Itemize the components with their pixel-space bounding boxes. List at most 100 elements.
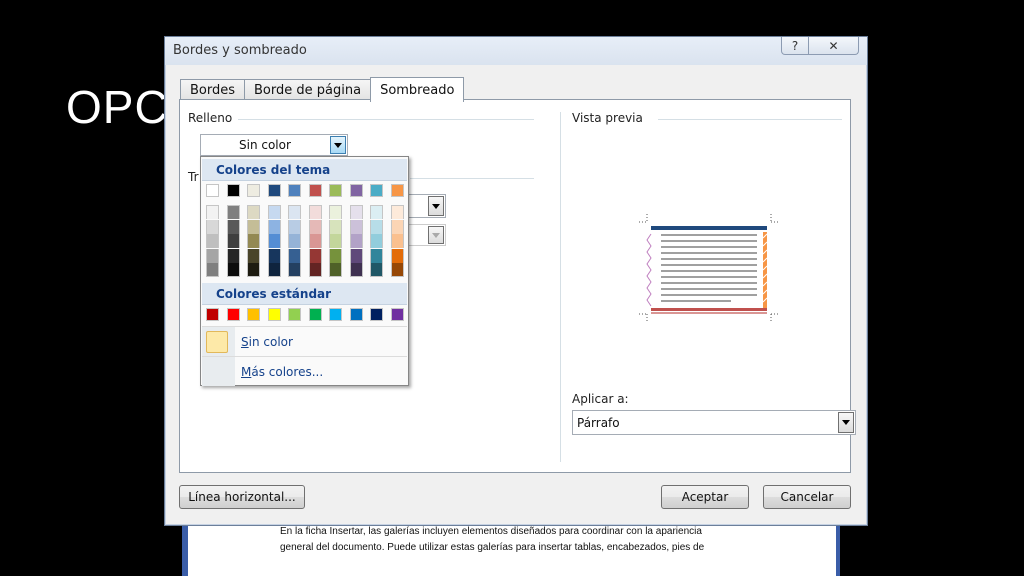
theme-shade-swatch[interactable] bbox=[226, 234, 240, 249]
color-picker-dropdown: Colores del tema Colores estándar Sin co… bbox=[200, 156, 409, 386]
theme-shade-swatch[interactable] bbox=[329, 205, 342, 219]
theme-shade-swatch[interactable] bbox=[267, 234, 281, 249]
dialog-title: Bordes y sombreado bbox=[173, 43, 307, 58]
ok-button[interactable]: Aceptar bbox=[661, 485, 749, 509]
theme-shade-swatch[interactable] bbox=[288, 205, 301, 219]
theme-shade-swatch[interactable] bbox=[206, 248, 219, 263]
theme-shade-swatch[interactable] bbox=[247, 205, 260, 219]
theme-shade-swatch[interactable] bbox=[267, 205, 281, 219]
standard-color-swatch[interactable] bbox=[329, 308, 342, 321]
theme-shade-swatch[interactable] bbox=[288, 234, 301, 249]
theme-color-swatch[interactable] bbox=[390, 184, 404, 197]
chevron-down-icon[interactable] bbox=[428, 226, 444, 244]
theme-shade-swatch[interactable] bbox=[267, 219, 281, 234]
theme-color-swatch[interactable] bbox=[288, 184, 301, 197]
chevron-down-icon[interactable] bbox=[428, 196, 444, 216]
tab-bordes[interactable]: Bordes bbox=[180, 79, 246, 101]
theme-shade-swatch[interactable] bbox=[370, 234, 383, 249]
theme-shade-swatch[interactable] bbox=[370, 263, 383, 278]
theme-shade-swatch[interactable] bbox=[390, 205, 404, 219]
fill-group-label: Relleno bbox=[188, 111, 233, 125]
no-color-icon bbox=[206, 331, 228, 353]
chevron-down-icon[interactable] bbox=[330, 136, 346, 154]
no-color-option[interactable]: Sin color bbox=[202, 326, 407, 356]
theme-shade-swatch[interactable] bbox=[308, 219, 322, 234]
standard-colors-header: Colores estándar bbox=[202, 283, 407, 305]
theme-color-swatch[interactable] bbox=[329, 184, 342, 197]
theme-shade-swatch[interactable] bbox=[308, 248, 322, 263]
standard-color-swatch[interactable] bbox=[288, 308, 301, 321]
close-button[interactable]: ✕ bbox=[809, 37, 859, 55]
theme-shade-swatch[interactable] bbox=[226, 263, 240, 278]
theme-color-swatch[interactable] bbox=[226, 184, 240, 197]
theme-shade-swatch[interactable] bbox=[370, 219, 383, 234]
theme-shade-swatch[interactable] bbox=[370, 248, 383, 263]
apply-to-combo[interactable]: Párrafo bbox=[572, 410, 856, 435]
theme-shade-swatch[interactable] bbox=[247, 263, 260, 278]
tab-borde-de-pagina[interactable]: Borde de página bbox=[244, 79, 372, 101]
theme-shade-swatch[interactable] bbox=[349, 205, 363, 219]
theme-color-swatch[interactable] bbox=[349, 184, 363, 197]
document-line-2: general del documento. Puede utilizar es… bbox=[280, 542, 705, 553]
theme-shade-swatch[interactable] bbox=[247, 219, 260, 234]
standard-color-swatch[interactable] bbox=[390, 308, 404, 321]
theme-shade-swatch[interactable] bbox=[206, 263, 219, 278]
theme-shade-swatch[interactable] bbox=[329, 248, 342, 263]
panel-separator bbox=[560, 112, 561, 462]
theme-shade-swatch[interactable] bbox=[349, 219, 363, 234]
theme-shade-swatch[interactable] bbox=[226, 205, 240, 219]
theme-shade-swatch[interactable] bbox=[308, 205, 322, 219]
theme-shade-swatch[interactable] bbox=[226, 248, 240, 263]
pattern-group-label: Tr bbox=[188, 170, 199, 184]
tab-sombreado[interactable]: Sombreado bbox=[370, 77, 465, 102]
standard-color-swatch[interactable] bbox=[226, 308, 240, 321]
theme-shade-swatch[interactable] bbox=[390, 248, 404, 263]
no-color-label: Sin color bbox=[241, 335, 293, 349]
standard-color-swatch[interactable] bbox=[349, 308, 363, 321]
theme-color-swatch[interactable] bbox=[308, 184, 322, 197]
fill-color-combo[interactable]: Sin color bbox=[200, 134, 348, 156]
theme-shade-swatch[interactable] bbox=[390, 263, 404, 278]
theme-shade-swatch[interactable] bbox=[288, 248, 301, 263]
theme-shade-swatch[interactable] bbox=[206, 234, 219, 249]
theme-shade-swatch[interactable] bbox=[206, 205, 219, 219]
theme-shade-swatch[interactable] bbox=[349, 248, 363, 263]
theme-shade-swatch[interactable] bbox=[329, 234, 342, 249]
theme-shade-swatch[interactable] bbox=[308, 263, 322, 278]
theme-shade-swatch[interactable] bbox=[370, 205, 383, 219]
theme-shade-swatch[interactable] bbox=[390, 219, 404, 234]
theme-shade-swatch[interactable] bbox=[267, 248, 281, 263]
theme-shade-swatch[interactable] bbox=[288, 263, 301, 278]
theme-shade-swatch[interactable] bbox=[329, 263, 342, 278]
theme-color-swatch[interactable] bbox=[267, 184, 281, 197]
standard-color-swatch[interactable] bbox=[267, 308, 281, 321]
theme-shade-swatch[interactable] bbox=[349, 263, 363, 278]
standard-color-swatch[interactable] bbox=[206, 308, 219, 321]
help-icon: ? bbox=[791, 38, 799, 53]
theme-shade-swatch[interactable] bbox=[247, 234, 260, 249]
theme-shade-swatch[interactable] bbox=[206, 219, 219, 234]
theme-shade-swatch[interactable] bbox=[390, 234, 404, 249]
help-button[interactable]: ? bbox=[781, 37, 809, 55]
document-line-1: En la ficha Insertar, las galerías inclu… bbox=[280, 526, 702, 537]
standard-color-swatch[interactable] bbox=[308, 308, 322, 321]
cancel-button[interactable]: Cancelar bbox=[763, 485, 851, 509]
fill-color-value: Sin color bbox=[239, 138, 291, 152]
theme-color-swatch[interactable] bbox=[247, 184, 260, 197]
theme-color-swatch[interactable] bbox=[370, 184, 383, 197]
preview-divider bbox=[658, 119, 842, 120]
standard-color-swatch[interactable] bbox=[370, 308, 383, 321]
preview-image bbox=[639, 214, 779, 322]
theme-shade-swatch[interactable] bbox=[349, 234, 363, 249]
theme-shade-swatch[interactable] bbox=[288, 219, 301, 234]
theme-shade-swatch[interactable] bbox=[329, 219, 342, 234]
theme-shade-swatch[interactable] bbox=[247, 248, 260, 263]
more-colors-option[interactable]: Más colores... bbox=[202, 356, 407, 386]
horizontal-line-button[interactable]: Línea horizontal... bbox=[179, 485, 305, 509]
theme-color-swatch[interactable] bbox=[206, 184, 219, 197]
theme-shade-swatch[interactable] bbox=[267, 263, 281, 278]
theme-shade-swatch[interactable] bbox=[308, 234, 322, 249]
theme-shade-swatch[interactable] bbox=[226, 219, 240, 234]
chevron-down-icon[interactable] bbox=[838, 412, 854, 433]
standard-color-swatch[interactable] bbox=[247, 308, 260, 321]
